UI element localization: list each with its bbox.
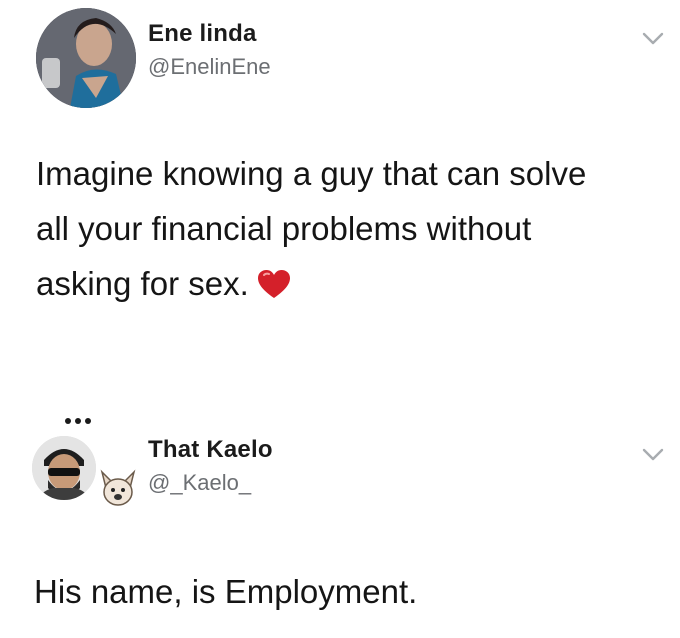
author-handle[interactable]: @_Kaelo_ bbox=[148, 470, 251, 496]
tweet-card: Ene linda @EnelinEne Imagine knowing a g… bbox=[0, 0, 680, 380]
dog-emoji bbox=[100, 469, 136, 506]
chevron-down-icon[interactable] bbox=[642, 32, 664, 46]
tweet-card: That Kaelo @_Kaelo_ His name, is Employm… bbox=[0, 400, 680, 638]
author-name[interactable]: Ene linda bbox=[148, 20, 257, 48]
avatar[interactable] bbox=[36, 8, 136, 108]
avatar-photo bbox=[32, 436, 96, 500]
chevron-down-icon[interactable] bbox=[642, 448, 664, 462]
author-handle[interactable]: @EnelinEne bbox=[148, 54, 271, 80]
author-name[interactable]: That Kaelo bbox=[148, 436, 273, 464]
tweet-text-content: Imagine knowing a guy that can solve all… bbox=[36, 155, 587, 302]
more-dots-icon bbox=[65, 418, 91, 424]
tweet-text: His name, is Employment. bbox=[34, 573, 418, 610]
heart-emoji bbox=[257, 270, 290, 298]
tweet-text: Imagine knowing a guy that can solve all… bbox=[36, 146, 666, 311]
avatar-photo bbox=[36, 8, 136, 108]
avatar[interactable] bbox=[32, 436, 96, 500]
